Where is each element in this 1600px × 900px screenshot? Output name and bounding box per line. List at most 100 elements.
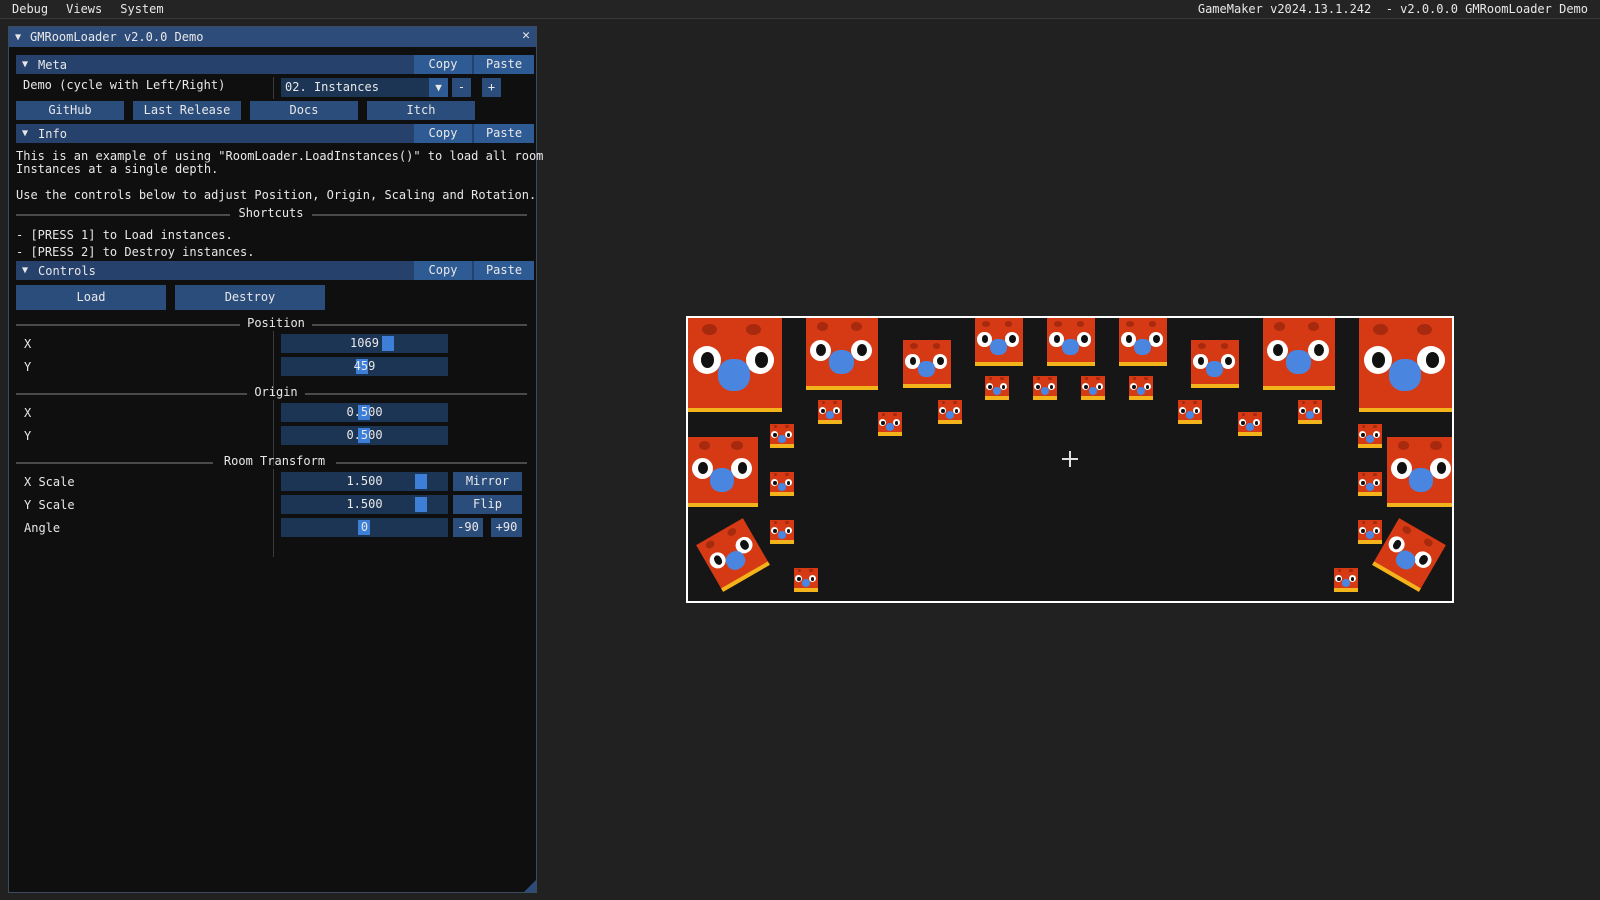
nose-shape <box>1088 386 1097 395</box>
creature-sprite <box>1358 520 1382 544</box>
eye-shape <box>697 462 708 474</box>
triangle-down-icon[interactable]: ▼ <box>15 32 21 43</box>
spot-shape <box>1372 473 1377 477</box>
spot-shape <box>784 521 789 525</box>
spot-shape <box>881 413 886 417</box>
spot-shape <box>726 526 738 537</box>
nose-shape <box>1062 339 1079 356</box>
separator <box>312 324 527 326</box>
nose-shape <box>945 410 954 419</box>
angle-slider[interactable]: 0 <box>281 518 448 537</box>
spot-shape <box>1273 322 1286 331</box>
section-controls[interactable]: ▼ Controls Copy Paste <box>16 261 534 280</box>
spot-shape <box>982 320 990 327</box>
section-controls-label: Controls <box>38 263 96 278</box>
spot-shape <box>999 377 1004 381</box>
spot-shape <box>702 323 718 335</box>
nose-shape <box>829 349 854 375</box>
meta-copy-button[interactable]: Copy <box>414 55 472 74</box>
destroy-button[interactable]: Destroy <box>175 285 325 310</box>
version-info: GameMaker v2024.13.1.242 - v2.0.0.0 GMRo… <box>1197 2 1588 16</box>
demo-window: ▼ GMRoomLoader v2.0.0 Demo ✕ ▼ Meta Copy… <box>8 26 543 893</box>
separator <box>312 214 527 216</box>
controls-copy-button[interactable]: Copy <box>414 261 472 280</box>
eye-shape <box>1361 480 1365 485</box>
info-copy-button[interactable]: Copy <box>414 124 472 143</box>
spot-shape <box>1417 323 1433 335</box>
section-meta[interactable]: ▼ Meta Copy Paste <box>16 55 534 74</box>
shortcut-2: - [PRESS 2] to Destroy instances. <box>16 245 255 259</box>
xscale-slider[interactable]: 1.500 <box>281 472 448 491</box>
spot-shape <box>1252 413 1257 417</box>
spot-shape <box>784 473 789 477</box>
xscale-value: 1.500 <box>346 474 383 488</box>
menu-views[interactable]: Views <box>60 0 108 19</box>
creature-sprite <box>1359 318 1452 412</box>
separator <box>305 393 527 395</box>
eye-shape <box>701 351 715 368</box>
spot-shape <box>952 401 957 405</box>
creature-sprite <box>878 412 902 436</box>
demo-select[interactable]: 02. Instances ▼ <box>281 78 448 97</box>
creature-sprite <box>818 400 842 424</box>
nose-shape <box>777 434 786 443</box>
nose-shape <box>1245 422 1254 431</box>
creature-sprite <box>1372 518 1446 592</box>
last-release-button[interactable]: Last Release <box>133 101 241 120</box>
eye-shape <box>821 408 825 413</box>
demo-next-button[interactable]: + <box>482 78 501 97</box>
nose-shape <box>990 339 1007 356</box>
creature-sprite <box>770 520 794 544</box>
spot-shape <box>850 322 863 331</box>
spot-shape <box>731 441 743 450</box>
eye-shape <box>1084 384 1088 389</box>
creature-sprite <box>975 318 1023 366</box>
crosshair-icon <box>1062 451 1078 467</box>
load-button[interactable]: Load <box>16 285 166 310</box>
controls-paste-button[interactable]: Paste <box>474 261 534 280</box>
section-info[interactable]: ▼ Info Copy Paste <box>16 124 534 143</box>
spot-shape <box>1198 342 1206 349</box>
nose-shape <box>1136 386 1145 395</box>
origin-y-slider[interactable]: 0.500 <box>281 426 448 445</box>
docs-button[interactable]: Docs <box>250 101 358 120</box>
meta-paste-button[interactable]: Paste <box>474 55 534 74</box>
rotate-minus-90-button[interactable]: -90 <box>453 518 483 537</box>
yscale-value: 1.500 <box>346 497 383 511</box>
rotate-plus-90-button[interactable]: +90 <box>491 518 522 537</box>
creature-sprite <box>1119 318 1167 366</box>
separator <box>16 324 240 326</box>
mirror-button[interactable]: Mirror <box>453 472 522 491</box>
eye-shape <box>881 420 885 425</box>
eye-shape <box>1425 351 1439 368</box>
spot-shape <box>1076 320 1085 327</box>
nose-shape <box>885 422 894 431</box>
nose-shape <box>1286 349 1311 375</box>
close-icon[interactable]: ✕ <box>522 28 530 43</box>
spot-shape <box>1181 401 1186 405</box>
resize-grip-icon[interactable] <box>524 880 536 892</box>
column-divider <box>273 469 274 557</box>
window-titlebar[interactable]: ▼ GMRoomLoader v2.0.0 Demo ✕ <box>9 27 536 47</box>
menu-system[interactable]: System <box>114 0 169 19</box>
info-paste-button[interactable]: Paste <box>474 124 534 143</box>
yscale-slider[interactable]: 1.500 <box>281 495 448 514</box>
creature-sprite <box>1178 400 1202 424</box>
creature-sprite <box>688 318 782 412</box>
eye-shape <box>1361 432 1365 437</box>
demo-prev-button[interactable]: - <box>452 78 471 97</box>
pos-y-slider[interactable]: 459 <box>281 357 448 376</box>
eye-shape <box>1181 408 1185 413</box>
pos-x-slider[interactable]: 1069 <box>281 334 448 353</box>
itch-button[interactable]: Itch <box>367 101 475 120</box>
eye-shape <box>773 480 777 485</box>
origin-x-slider[interactable]: 0.500 <box>281 403 448 422</box>
github-button[interactable]: GitHub <box>16 101 124 120</box>
flip-button[interactable]: Flip <box>453 495 522 514</box>
creature-sprite <box>1238 412 1262 436</box>
spot-shape <box>932 342 941 349</box>
menu-debug[interactable]: Debug <box>6 0 54 19</box>
triangle-down-icon: ▼ <box>22 59 29 70</box>
angle-value: 0 <box>360 520 369 534</box>
spot-shape <box>773 473 778 477</box>
